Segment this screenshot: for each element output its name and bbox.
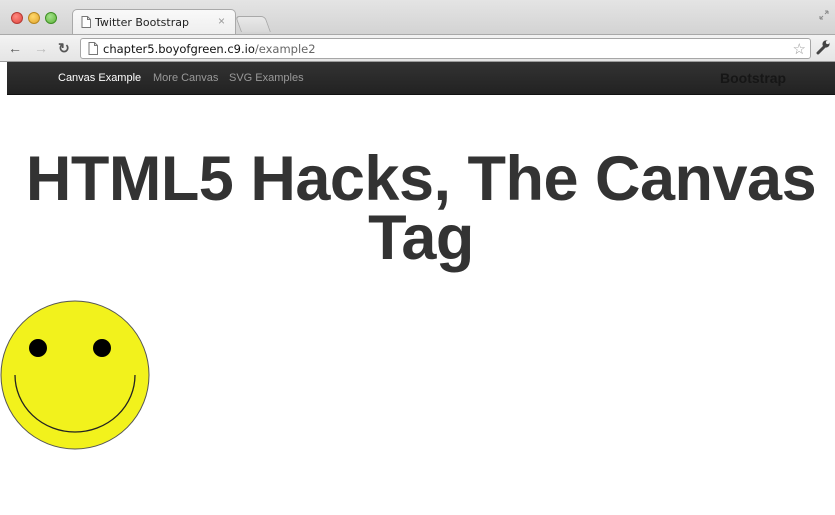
smiley-right-eye	[93, 339, 111, 357]
new-tab-button[interactable]	[235, 16, 271, 32]
nav-link-canvas-example[interactable]: Canvas Example	[58, 72, 141, 84]
page-icon	[88, 42, 98, 55]
page-title: HTML5 Hacks, The Canvas Tag	[7, 148, 835, 270]
fullscreen-icon[interactable]	[819, 10, 829, 20]
tab-title: Twitter Bootstrap	[95, 16, 189, 29]
page-title-line2: Tag	[368, 203, 474, 273]
minimize-window-button[interactable]	[28, 12, 40, 24]
browser-tab-strip: Twitter Bootstrap ×	[0, 0, 835, 35]
close-window-button[interactable]	[11, 12, 23, 24]
navbar-brand[interactable]: Bootstrap	[720, 70, 786, 86]
nav-link-more-canvas[interactable]: More Canvas	[153, 72, 218, 84]
url-text[interactable]: chapter5.boyofgreen.c9.io/example2	[103, 42, 316, 56]
forward-arrow-icon[interactable]: →	[34, 40, 48, 56]
site-navbar: Canvas Example More Canvas SVG Examples …	[7, 62, 835, 95]
browser-tab[interactable]: Twitter Bootstrap ×	[72, 9, 236, 35]
bookmark-star-icon[interactable]: ☆	[793, 40, 806, 58]
wrench-icon[interactable]	[815, 39, 831, 55]
smiley-face	[0, 300, 150, 450]
reload-icon[interactable]: ↻	[58, 40, 70, 56]
back-arrow-icon[interactable]: ←	[8, 40, 22, 56]
zoom-window-button[interactable]	[45, 12, 57, 24]
tab-close-icon[interactable]: ×	[218, 14, 225, 28]
canvas-smiley	[0, 300, 150, 450]
smiley-left-eye	[29, 339, 47, 357]
address-bar[interactable]: chapter5.boyofgreen.c9.io/example2 ☆	[80, 38, 811, 59]
page-icon	[81, 16, 91, 28]
nav-link-svg-examples[interactable]: SVG Examples	[229, 72, 304, 84]
browser-toolbar: ← → ↻ chapter5.boyofgreen.c9.io/example2…	[0, 34, 835, 62]
